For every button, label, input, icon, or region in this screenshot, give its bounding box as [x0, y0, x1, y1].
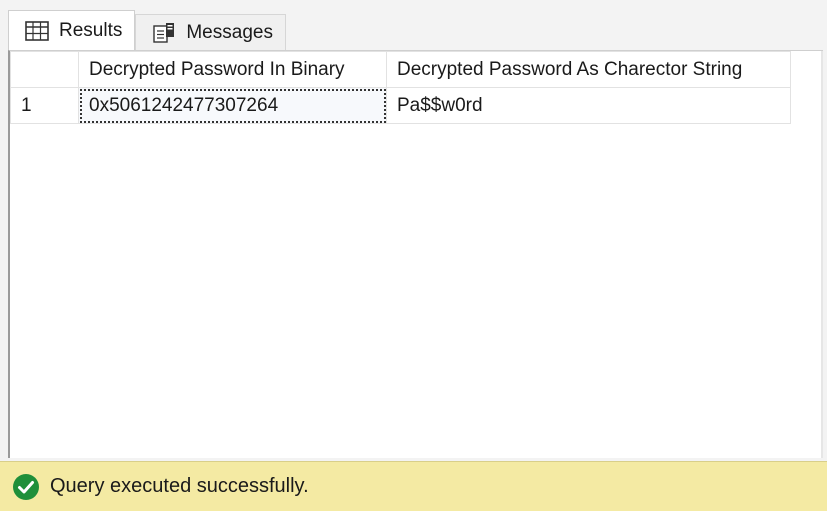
header-row: Decrypted Password In Binary Decrypted P…: [10, 51, 791, 88]
messages-icon: [153, 22, 175, 43]
column-header-string[interactable]: Decrypted Password As Charector String: [386, 51, 791, 88]
grid-icon: [25, 20, 49, 41]
cell-binary-value[interactable]: 0x5061242477307264: [78, 87, 387, 124]
row-number[interactable]: 1: [10, 87, 79, 124]
grid-right-edge: [821, 51, 823, 458]
cell-string-value[interactable]: Pa$$w0rd: [386, 87, 791, 124]
results-tab-strip: Results Messages: [8, 10, 827, 50]
tab-messages-label: Messages: [186, 21, 273, 43]
success-check-icon: [13, 473, 39, 500]
row-number-header[interactable]: [10, 51, 79, 88]
tab-results[interactable]: Results: [8, 10, 136, 50]
results-grid[interactable]: Decrypted Password In Binary Decrypted P…: [8, 50, 823, 458]
tab-messages[interactable]: Messages: [135, 14, 286, 50]
tab-results-label: Results: [59, 19, 123, 41]
status-text: Query executed successfully.: [50, 475, 309, 497]
status-bar: Query executed successfully.: [0, 461, 827, 511]
table-row: 1 0x5061242477307264 Pa$$w0rd: [10, 87, 791, 124]
column-header-binary[interactable]: Decrypted Password In Binary: [78, 51, 387, 88]
results-table: Decrypted Password In Binary Decrypted P…: [10, 51, 791, 124]
results-pane: Results Messages Decrypted Password In B…: [0, 0, 827, 511]
